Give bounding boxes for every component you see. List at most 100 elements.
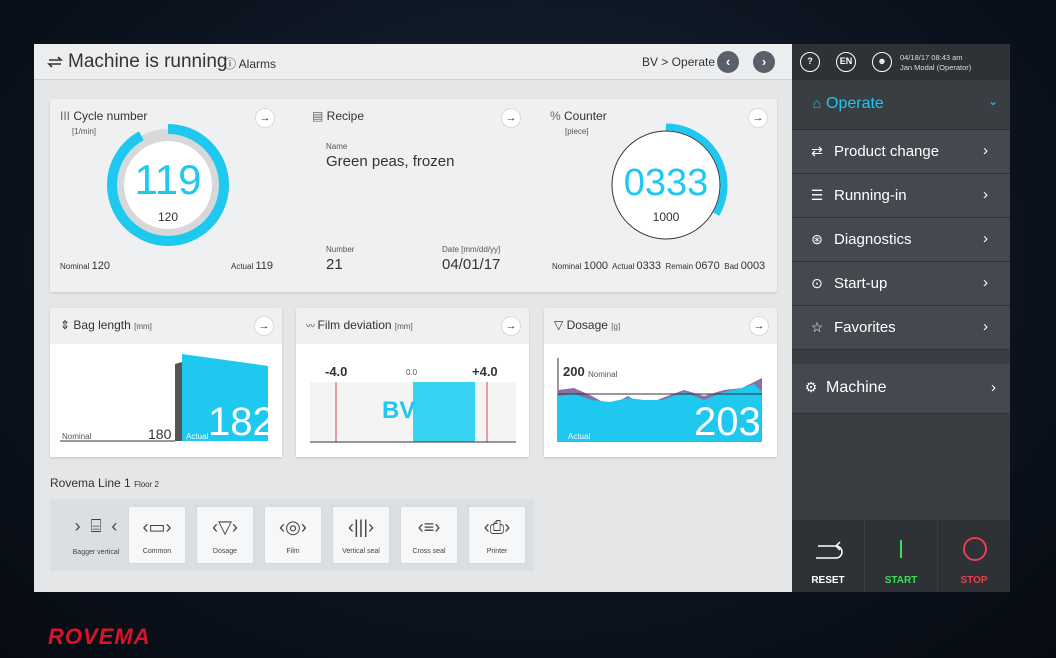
counter-stats: Nominal 1000 Actual 0333 Remain 0670 Bad… <box>552 260 766 272</box>
menu-machine[interactable]: ⚙ Machine › <box>792 364 1010 414</box>
bag-actual-value: 182 <box>208 400 275 444</box>
prev-button[interactable]: ‹ <box>717 51 739 73</box>
right-panel: ? EN ☻ 04/18/17 08:43 am Jan Modal (Oper… <box>792 44 1010 592</box>
document-icon: ▤ <box>312 109 327 123</box>
dosage-card: ▽ Dosage [g] → 200 Nominal Actual 203 <box>544 308 777 457</box>
film-deviation-title: 〰 Film deviation [mm] <box>306 318 413 332</box>
stop-icon <box>963 537 987 561</box>
chevron-right-icon: › <box>983 230 988 247</box>
cycle-unit: [1/min] <box>72 127 97 136</box>
menu-diagnostics[interactable]: ⊛ Diagnostics › <box>792 218 1010 262</box>
datetime: 04/18/17 08:43 am <box>900 53 963 62</box>
cycle-gauge: 119 120 <box>107 124 229 246</box>
film-detail-button[interactable]: → <box>501 316 521 336</box>
dosage-actual-label: Actual <box>568 432 591 441</box>
chevron-right-icon: › <box>983 274 988 291</box>
menu-running-in[interactable]: ☰ Running-in › <box>792 174 1010 218</box>
counter-detail-button[interactable]: → <box>748 108 768 128</box>
machine-status-title: Machine is running <box>68 51 228 72</box>
menu-favorites[interactable]: ☆ Favorites › <box>792 306 1010 350</box>
start-icon <box>900 540 902 558</box>
chevron-right-icon: › <box>983 186 988 203</box>
module-bagger-vertical[interactable]: › ⌸ ‹ Bagger vertical <box>56 506 136 564</box>
home-icon: ⌂ <box>812 95 822 111</box>
module-film[interactable]: ‹◎› Film <box>264 506 322 564</box>
gears-icon: ⚙ <box>804 379 818 395</box>
menu-product-change[interactable]: ⇄ Product change › <box>792 130 1010 174</box>
funnel-icon: ▽ <box>554 318 567 332</box>
dosage-title: ▽ Dosage [g] <box>554 318 621 332</box>
pulse-icon: ⊛ <box>811 231 823 247</box>
counter-nominal-center: 1000 <box>653 210 680 224</box>
recipe-date-label: Date [mm/dd/yy] <box>442 245 501 254</box>
recipe-number-label: Number <box>326 245 355 254</box>
bars-icon: III <box>60 109 74 123</box>
counter-unit: [piece] <box>565 127 589 136</box>
printer-icon: ‹⎙› <box>483 517 511 537</box>
recipe-date: 04/01/17 <box>442 256 501 273</box>
film-label: BV <box>382 397 416 424</box>
recipe-name: Green peas, frozen <box>326 153 455 170</box>
bag-detail-button[interactable]: → <box>254 316 274 336</box>
breadcrumb: BV > Operate <box>642 55 716 69</box>
recipe-card-title: ▤ Recipe <box>312 109 365 123</box>
swap-icon: ⇄ <box>811 143 823 159</box>
reset-button[interactable]: RESET <box>792 520 864 592</box>
module-printer[interactable]: ‹⎙› Printer <box>468 506 526 564</box>
bag-length-card: ⇕ Bag length [mm] → Nominal 180 Actual 1… <box>50 308 282 457</box>
sliders-icon: ☰ <box>810 187 824 203</box>
hmi-screen: Machine is running ⓘ Alarms BV > Operate… <box>34 44 1010 592</box>
cross-seal-icon: ‹≡› <box>417 517 441 537</box>
chevron-right-icon: › <box>983 142 988 159</box>
module-dosage[interactable]: ‹▽› Dosage <box>196 506 254 564</box>
bag-nominal-label: Nominal <box>62 432 92 441</box>
recipe-name-label: Name <box>326 142 348 151</box>
percent-icon: % <box>550 109 565 123</box>
bag-length-title: ⇕ Bag length [mm] <box>60 318 152 332</box>
user-name: Jan Modal (Operator) <box>900 63 972 72</box>
cycle-arrows-icon <box>47 56 63 68</box>
cycle-nominal-center: 120 <box>158 210 178 224</box>
start-button[interactable]: START <box>865 520 937 592</box>
next-button[interactable]: › <box>753 51 775 73</box>
cycle-detail-button[interactable]: → <box>255 108 275 128</box>
user-icon[interactable]: ☻ <box>872 52 892 72</box>
ruler-icon: ⇕ <box>60 318 74 332</box>
cycle-value: 119 <box>135 156 202 203</box>
bagger-icon: › ⌸ ‹ <box>74 516 118 536</box>
stop-button[interactable]: STOP <box>938 520 1010 592</box>
film-chart: -4.0 0.0 +4.0 BV <box>296 344 529 457</box>
dosage-nominal-value: 200 <box>563 364 585 379</box>
top-bar: Machine is running ⓘ Alarms BV > Operate… <box>34 44 792 80</box>
alarms-link[interactable]: ⓘ Alarms <box>224 55 276 72</box>
menu-operate[interactable]: ⌂ Operate ⌄ <box>792 82 1010 130</box>
bag-nominal-value: 180 <box>148 426 172 442</box>
dosage-actual-value: 203 <box>694 400 761 444</box>
dosage-chart: 200 Nominal Actual 203 <box>544 344 777 457</box>
undo-icon <box>816 541 843 559</box>
cycle-actual: Actual 119 <box>231 260 274 272</box>
dosage-detail-button[interactable]: → <box>749 316 769 336</box>
cycle-nominal: Nominal 120 <box>60 260 110 272</box>
right-top-bar: ? EN ☻ 04/18/17 08:43 am Jan Modal (Oper… <box>792 44 1010 80</box>
counter-card-title: % Counter <box>550 109 607 123</box>
vertical-seal-icon: ‹|||› <box>347 517 374 537</box>
overview-card: III Cycle number [1/min] → 119 120 Nomin… <box>50 99 777 292</box>
recipe-number: 21 <box>326 256 343 273</box>
counter-value: 0333 <box>624 162 709 204</box>
module-vertical-seal[interactable]: ‹|||› Vertical seal <box>332 506 390 564</box>
recipe-detail-button[interactable]: → <box>501 108 521 128</box>
module-cross-seal[interactable]: ‹≡› Cross seal <box>400 506 458 564</box>
module-common[interactable]: ‹▭› Common <box>128 506 186 564</box>
help-button[interactable]: ? <box>800 52 820 72</box>
startup-icon: ⊙ <box>811 275 823 291</box>
chevron-down-icon: ⌄ <box>987 94 998 108</box>
language-button[interactable]: EN <box>836 52 856 72</box>
bag-chart: Nominal 180 Actual 182 <box>50 344 282 457</box>
common-icon: ‹▭› <box>142 517 172 537</box>
rovema-logo: ROVEMA <box>48 624 151 649</box>
star-icon: ☆ <box>810 319 824 335</box>
dosage-nominal-label: Nominal <box>588 370 618 379</box>
bag-actual-label: Actual <box>186 432 209 441</box>
menu-start-up[interactable]: ⊙ Start-up › <box>792 262 1010 306</box>
